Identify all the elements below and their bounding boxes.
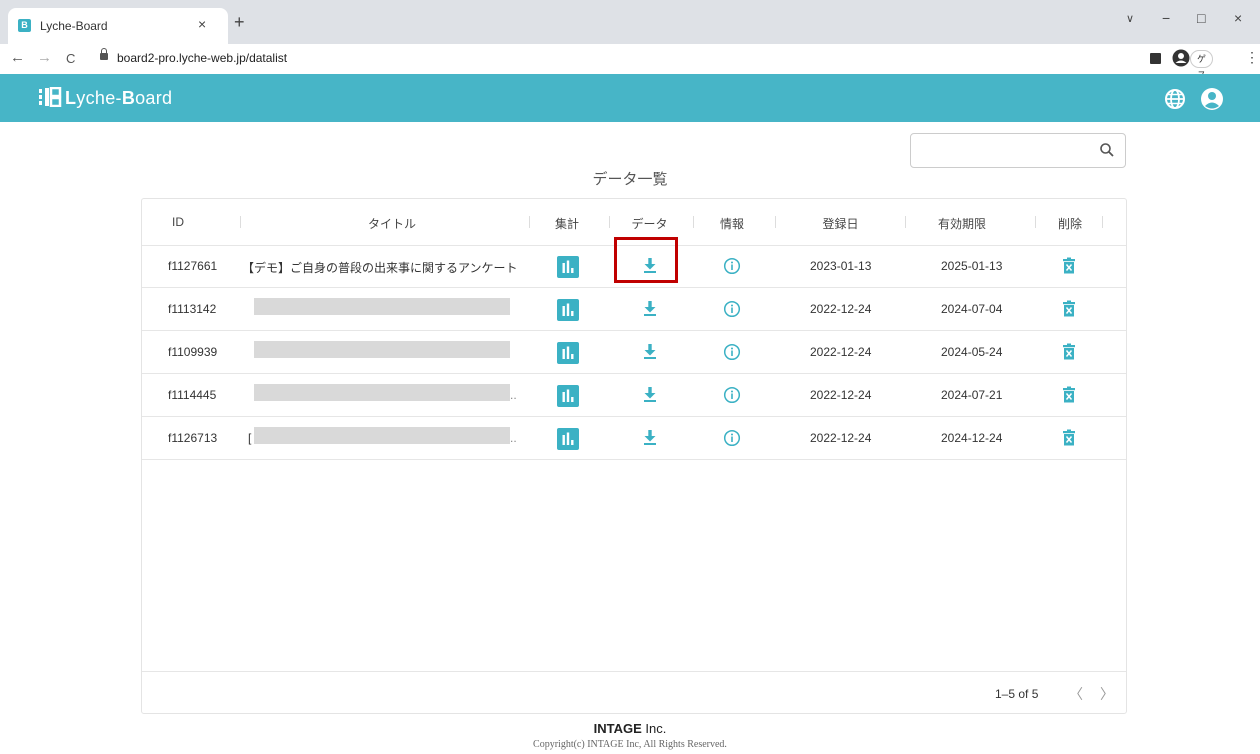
account-icon[interactable] bbox=[1200, 87, 1224, 111]
close-window-button[interactable]: × bbox=[1234, 10, 1242, 26]
browser-tab-bar: B Lyche-Board × + ∨ − □ × bbox=[0, 0, 1260, 44]
copyright-text: Copyright(c) INTAGE Inc, All Rights Rese… bbox=[533, 739, 727, 750]
bar-chart-icon[interactable] bbox=[557, 256, 579, 278]
row-expiry-date: 2024-07-21 bbox=[941, 388, 1003, 402]
app-logo-text[interactable]: Lyche-Board bbox=[65, 88, 172, 109]
column-header-aggregate[interactable]: 集計 bbox=[552, 215, 582, 232]
download-icon[interactable] bbox=[642, 300, 658, 318]
row-title-ellipsis: .. bbox=[510, 431, 517, 445]
row-id: f1127661 bbox=[168, 259, 218, 273]
logo-icon bbox=[39, 87, 62, 107]
table-pagination: 1–5 of 5 〈 〉 bbox=[142, 671, 1126, 714]
column-separator bbox=[693, 216, 694, 228]
profile-icon bbox=[1172, 49, 1190, 67]
prev-page-button[interactable]: 〈 bbox=[1069, 684, 1083, 704]
column-header-info[interactable]: 情報 bbox=[717, 215, 747, 232]
url-field[interactable]: board2-pro.lyche-web.jp/datalist bbox=[117, 51, 287, 65]
browser-tab[interactable]: B Lyche-Board × bbox=[8, 8, 228, 44]
trash-icon[interactable] bbox=[1062, 343, 1076, 361]
globe-icon[interactable] bbox=[1164, 88, 1186, 110]
lock-icon bbox=[100, 48, 108, 60]
row-expiry-date: 2024-05-24 bbox=[941, 345, 1003, 359]
maximize-button[interactable]: □ bbox=[1197, 10, 1205, 26]
info-icon[interactable] bbox=[723, 429, 741, 447]
row-expiry-date: 2024-12-24 bbox=[941, 431, 1003, 445]
column-header-delete[interactable]: 削除 bbox=[1055, 215, 1085, 232]
row-title[interactable]: [ bbox=[248, 431, 251, 445]
table-row[interactable]: f1109939 2022-12-24 2024-05-24 bbox=[142, 331, 1126, 374]
redacted-title bbox=[254, 384, 510, 401]
bar-chart-icon[interactable] bbox=[557, 299, 579, 321]
table-row[interactable]: f1126713 [ .. 2022-12-24 2024-12-24 bbox=[142, 417, 1126, 460]
info-icon[interactable] bbox=[723, 257, 741, 275]
tab-title: Lyche-Board bbox=[40, 19, 108, 33]
page-title: データ一覧 bbox=[592, 171, 668, 188]
tab-close-button[interactable]: × bbox=[198, 16, 206, 32]
table-row[interactable]: f1114445 .. 2022-12-24 2024-07-21 bbox=[142, 374, 1126, 417]
info-icon[interactable] bbox=[723, 300, 741, 318]
trash-icon[interactable] bbox=[1062, 386, 1076, 404]
guest-label: ゲスト bbox=[1190, 50, 1214, 96]
bar-chart-icon[interactable] bbox=[557, 342, 579, 364]
column-separator bbox=[609, 216, 610, 228]
favicon-icon: B bbox=[18, 19, 31, 32]
new-tab-button[interactable]: + bbox=[234, 12, 245, 33]
side-panel-icon[interactable] bbox=[1150, 53, 1161, 64]
trash-icon[interactable] bbox=[1062, 257, 1076, 275]
row-registered-date: 2023-01-13 bbox=[810, 259, 872, 273]
column-separator bbox=[529, 216, 530, 228]
row-title-ellipsis: .. bbox=[510, 388, 517, 402]
download-icon[interactable] bbox=[642, 429, 658, 447]
bar-chart-icon[interactable] bbox=[557, 428, 579, 450]
column-header-id[interactable]: ID bbox=[168, 215, 188, 229]
address-bar: ← → C board2-pro.lyche-web.jp/datalist ゲ… bbox=[0, 44, 1260, 96]
column-separator bbox=[1102, 216, 1103, 228]
bar-chart-icon[interactable] bbox=[557, 385, 579, 407]
row-id: f1126713 bbox=[168, 431, 218, 445]
browser-menu-button[interactable]: ⋮ bbox=[1245, 49, 1259, 66]
column-separator bbox=[1035, 216, 1036, 228]
row-registered-date: 2022-12-24 bbox=[810, 388, 872, 402]
forward-button[interactable]: → bbox=[37, 49, 52, 66]
row-expiry-date: 2025-01-13 bbox=[941, 259, 1003, 273]
row-id: f1113142 bbox=[168, 302, 217, 316]
search-input[interactable] bbox=[910, 133, 1126, 168]
minimize-button[interactable]: − bbox=[1162, 10, 1170, 26]
back-button[interactable]: ← bbox=[10, 49, 25, 66]
row-expiry-date: 2024-07-04 bbox=[941, 302, 1003, 316]
reload-button[interactable]: C bbox=[66, 51, 75, 66]
redacted-title bbox=[254, 341, 510, 358]
column-header-expiry[interactable]: 有効期限 bbox=[932, 215, 992, 232]
redacted-title bbox=[254, 427, 510, 444]
column-header-data[interactable]: データ bbox=[627, 215, 672, 232]
highlight-box bbox=[614, 237, 678, 283]
search-icon[interactable] bbox=[1099, 142, 1115, 158]
column-separator bbox=[775, 216, 776, 228]
info-icon[interactable] bbox=[723, 343, 741, 361]
row-registered-date: 2022-12-24 bbox=[810, 345, 872, 359]
redacted-title bbox=[254, 298, 510, 315]
column-separator bbox=[240, 216, 241, 228]
pagination-range: 1–5 of 5 bbox=[995, 687, 1039, 701]
column-header-title[interactable]: タイトル bbox=[342, 215, 442, 232]
download-icon[interactable] bbox=[642, 386, 658, 404]
next-page-button[interactable]: 〉 bbox=[1100, 684, 1114, 704]
table-row[interactable]: f1113142 2022-12-24 2024-07-04 bbox=[142, 288, 1126, 331]
trash-icon[interactable] bbox=[1062, 300, 1076, 318]
column-separator bbox=[905, 216, 906, 228]
app-header bbox=[0, 74, 1260, 122]
column-header-registered[interactable]: 登録日 bbox=[818, 215, 863, 232]
info-icon[interactable] bbox=[723, 386, 741, 404]
row-id: f1109939 bbox=[168, 345, 218, 359]
download-icon[interactable] bbox=[642, 343, 658, 361]
tab-search-button[interactable]: ∨ bbox=[1126, 12, 1134, 25]
row-registered-date: 2022-12-24 bbox=[810, 431, 872, 445]
row-registered-date: 2022-12-24 bbox=[810, 302, 872, 316]
row-id: f1114445 bbox=[168, 388, 217, 402]
trash-icon[interactable] bbox=[1062, 429, 1076, 447]
row-title[interactable]: 【デモ】ご自身の普段の出来事に関するアンケート bbox=[242, 259, 518, 276]
company-name: INTAGE Inc. bbox=[593, 721, 667, 736]
